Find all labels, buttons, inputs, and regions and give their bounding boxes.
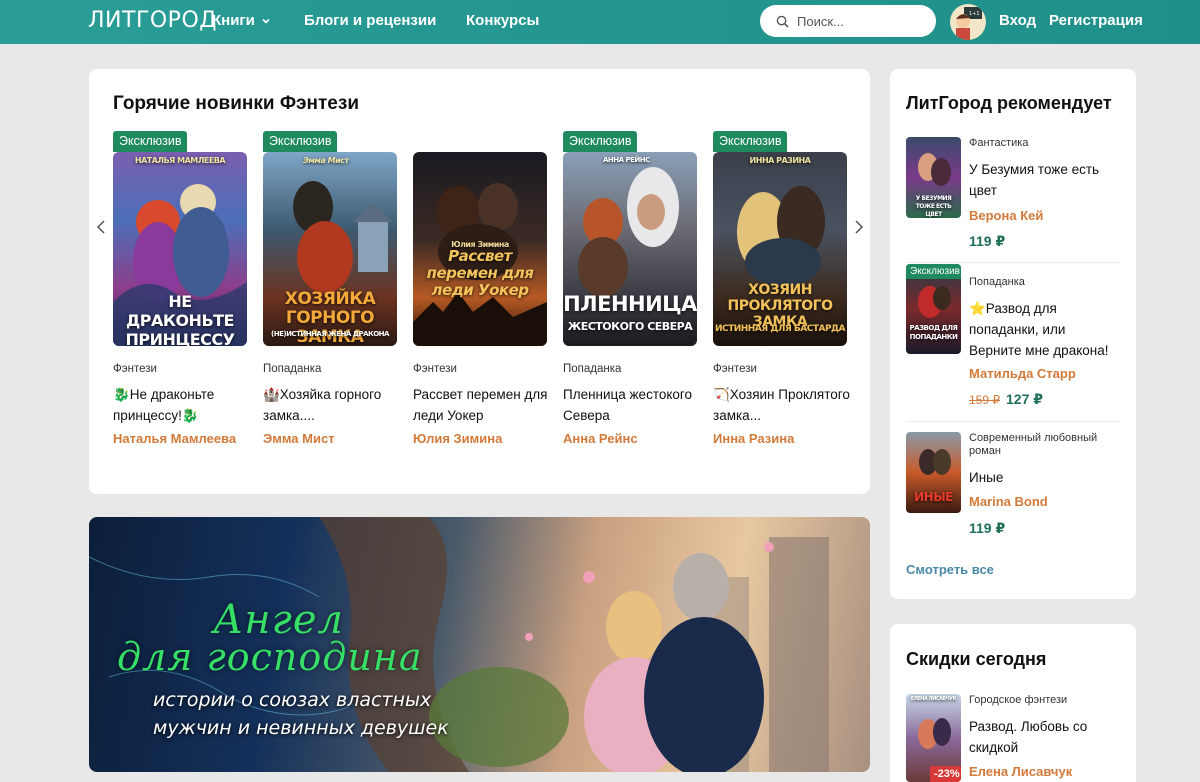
cover-author: АННА РЕЙНС xyxy=(603,156,650,164)
book-author[interactable]: Юлия Зимина xyxy=(413,431,502,446)
banner-subtitle-line1: истории о союзах властных xyxy=(153,689,432,711)
section-title: Горячие новинки Фэнтези xyxy=(113,93,359,114)
section-title: Скидки сегодня xyxy=(906,649,1047,669)
nav-blogs[interactable]: Блоги и рецензии xyxy=(304,12,436,29)
book-title[interactable]: Рассвет перемен для леди Уокер xyxy=(413,384,551,426)
book-genre: Попаданка xyxy=(563,363,622,375)
book-price: 119 ₽ xyxy=(969,520,1005,537)
register-link[interactable]: Регистрация xyxy=(1049,12,1143,29)
book-cover[interactable]: НАТАЛЬЯ МАМЛЕЕВА НЕ ДРАКОНЬТЕ ПРИНЦЕССУ xyxy=(113,152,247,346)
search-input[interactable] xyxy=(797,13,917,29)
mascot-icon: 1+1 xyxy=(956,7,982,40)
book-title[interactable]: Развод. Любовь со скидкой xyxy=(969,716,1121,758)
book-genre: Фэнтези xyxy=(413,363,457,375)
chevron-left-icon[interactable] xyxy=(94,217,108,237)
old-price: 159 ₽ xyxy=(969,393,1000,407)
nav-books[interactable]: Книги xyxy=(212,12,271,29)
see-all-link[interactable]: Смотреть все xyxy=(906,562,994,577)
book-title[interactable]: 🐉Не драконьте принцессу!🐉 xyxy=(113,384,251,426)
chevron-down-icon xyxy=(262,18,270,24)
cover-author: ЕЛЕНА ЛИСАВЧУК xyxy=(910,696,957,702)
cover-title: ИНЫЕ xyxy=(914,490,953,504)
book-cover[interactable]: Эксклюзив РАЗВОД ДЛЯ ПОПАДАНКИ xyxy=(906,264,961,354)
mascot-avatar[interactable]: 1+1 xyxy=(950,4,986,40)
banner-subtitle-line2: мужчин и невинных девушек xyxy=(153,717,449,739)
book-genre: Попаданка xyxy=(263,363,322,375)
book-cover[interactable]: ЕЛЕНА ЛИСАВЧУК -23% xyxy=(906,694,961,782)
book-author[interactable]: Эмма Мист xyxy=(263,431,335,446)
book-author[interactable]: Marina Bond xyxy=(969,494,1048,509)
chevron-right-icon[interactable] xyxy=(852,217,866,237)
exclusive-badge: Эксклюзив xyxy=(263,131,338,152)
promo-banner[interactable]: Ангел для господина истории о союзах вла… xyxy=(89,517,870,772)
book-cover[interactable]: АННА РЕЙНС ПЛЕННИЦА ЖЕСТОКОГО СЕВЕРА xyxy=(563,152,697,346)
book-author[interactable]: Елена Лисавчук xyxy=(969,764,1072,779)
book-title[interactable]: Пленница жестокого Севера xyxy=(563,384,701,426)
cover-author: ИННА РАЗИНА xyxy=(749,156,811,165)
book-title[interactable]: 🏰Хозяйка горного замка.... xyxy=(263,384,401,426)
cover-subtitle: (НЕ)ИСТИННАЯ ЖЕНА ДРАКОНА xyxy=(271,330,389,338)
nav-contests[interactable]: Конкурсы xyxy=(466,12,539,29)
banner-title-line2: для господина xyxy=(117,635,423,679)
cover-subtitle: ЖЕСТОКОГО СЕВЕРА xyxy=(567,320,693,333)
section-title: ЛитГород рекомендует xyxy=(906,93,1112,113)
cover-title: Рассвет перемен для леди Уокер xyxy=(426,247,534,299)
cover-title: НЕ ДРАКОНЬТЕ ПРИНЦЕССУ xyxy=(125,292,236,346)
book-title[interactable]: 🏹Хозяин Проклятого замка... xyxy=(713,384,851,426)
book-genre: Фантастика xyxy=(969,137,1029,149)
cover-title: ПЛЕННИЦА xyxy=(563,292,697,316)
divider xyxy=(906,262,1120,263)
book-cover[interactable]: Эмма Мист ХОЗЯЙКА ГОРНОГО ЗАМКА (НЕ)ИСТИ… xyxy=(263,152,397,346)
divider xyxy=(906,421,1120,422)
book-price: 159 ₽ 127 ₽ xyxy=(969,391,1043,408)
book-cover[interactable]: ИННА РАЗИНА ХОЗЯИН ПРОКЛЯТОГО ЗАМКА ИСТИ… xyxy=(713,152,847,346)
cover-author: Эмма Мист xyxy=(303,156,349,165)
book-genre: Попаданка xyxy=(969,276,1025,288)
search-box[interactable] xyxy=(760,5,936,37)
book-author[interactable]: Матильда Старр xyxy=(969,366,1076,381)
book-author[interactable]: Анна Рейнс xyxy=(563,431,638,446)
recommend-section: ЛитГород рекомендует У БЕЗУМИЯ ТОЖЕ ЕСТЬ… xyxy=(890,69,1136,599)
book-price: 119 ₽ xyxy=(969,233,1005,250)
cover-title: У БЕЗУМИЯ ТОЖЕ ЕСТЬ ЦВЕТ xyxy=(915,195,952,218)
book-title[interactable]: Иные xyxy=(969,467,1121,488)
book-author[interactable]: Верона Кей xyxy=(969,208,1043,223)
search-icon xyxy=(776,15,789,28)
price: 127 ₽ xyxy=(1006,391,1043,407)
site-logo[interactable]: ЛИТГОРОД xyxy=(88,8,217,33)
login-link[interactable]: Вход xyxy=(999,12,1036,29)
nav-books-label: Книги xyxy=(212,12,255,29)
book-genre: Городское фэнтези xyxy=(969,694,1068,706)
exclusive-badge: Эксклюзив xyxy=(906,264,961,279)
svg-text:1+1: 1+1 xyxy=(969,11,980,17)
book-title[interactable]: ⭐Развод для попаданки, или Верните мне д… xyxy=(969,298,1121,361)
book-genre: Фэнтези xyxy=(713,363,757,375)
book-author[interactable]: Наталья Мамлеева xyxy=(113,431,236,446)
cover-art xyxy=(578,167,679,297)
exclusive-badge: Эксклюзив xyxy=(113,131,188,152)
book-cover[interactable]: Юлия Зимина Рассвет перемен для леди Уок… xyxy=(413,152,547,346)
top-header: ЛИТГОРОД Книги Блоги и рецензии Конкурсы… xyxy=(0,0,1200,44)
exclusive-badge: Эксклюзив xyxy=(563,131,638,152)
book-author[interactable]: Инна Разина xyxy=(713,431,794,446)
cover-title: РАЗВОД ДЛЯ ПОПАДАНКИ xyxy=(909,324,958,341)
book-cover[interactable]: У БЕЗУМИЯ ТОЖЕ ЕСТЬ ЦВЕТ xyxy=(906,137,961,218)
cover-title: ХОЗЯИН ПРОКЛЯТОГО ЗАМКА xyxy=(727,282,833,330)
hot-new-section: Горячие новинки Фэнтези Эксклюзив НАТАЛЬ… xyxy=(89,69,870,494)
price: 119 ₽ xyxy=(969,520,1006,536)
book-genre: Фэнтези xyxy=(113,363,157,375)
book-genre: Современный любовный роман xyxy=(969,432,1098,457)
book-cover[interactable]: ИНЫЕ xyxy=(906,432,961,513)
price: 119 ₽ xyxy=(969,233,1006,249)
book-title[interactable]: У Безумия тоже есть цвет xyxy=(969,159,1121,201)
exclusive-badge: Эксклюзив xyxy=(713,131,788,152)
cover-author: НАТАЛЬЯ МАМЛЕЕВА xyxy=(134,156,226,165)
discounts-section: Скидки сегодня ЕЛЕНА ЛИСАВЧУК -23% Город… xyxy=(890,624,1136,782)
cover-subtitle: ИСТИННАЯ ДЛЯ БАСТАРДА xyxy=(714,324,846,334)
discount-badge: -23% xyxy=(930,766,961,782)
